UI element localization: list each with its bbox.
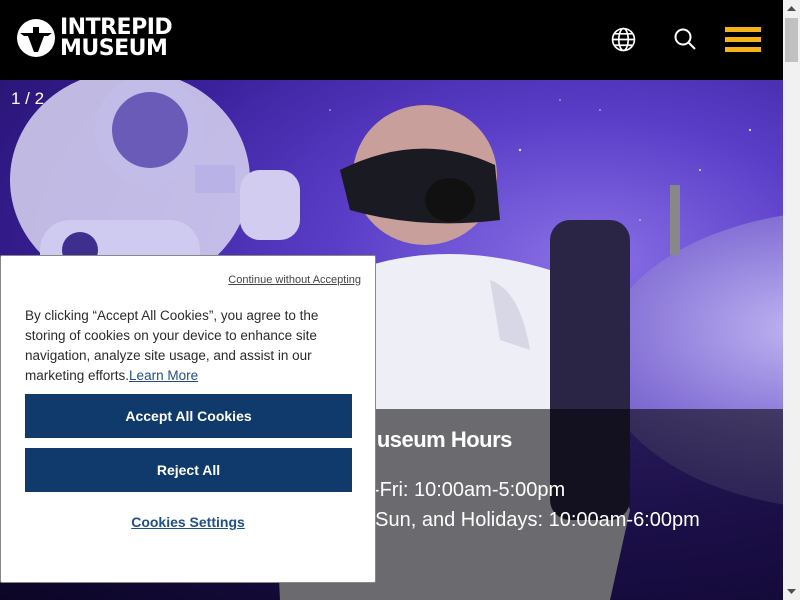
search-icon[interactable] bbox=[673, 27, 697, 51]
hours-weekend: Sat, Sun, and Holidays: 10:00am-6:00pm bbox=[334, 509, 700, 531]
logo-text: INTREPID MUSEUM bbox=[60, 15, 173, 61]
logo-ship-icon bbox=[17, 19, 55, 57]
logo-line-museum: MUSEUM bbox=[60, 36, 168, 61]
reject-all-button[interactable]: Reject All bbox=[25, 448, 352, 492]
museum-hours-title: Museum Hours bbox=[359, 427, 512, 452]
scroll-down-arrow-icon[interactable] bbox=[783, 583, 800, 600]
menu-bar bbox=[725, 37, 761, 42]
cookies-settings-link[interactable]: Cookies Settings bbox=[1, 514, 375, 530]
scroll-thumb[interactable] bbox=[785, 18, 798, 62]
slide-counter: 1 / 2 bbox=[11, 89, 45, 108]
continue-without-accepting-link[interactable]: Continue without Accepting bbox=[228, 274, 361, 286]
accept-all-cookies-button[interactable]: Accept All Cookies bbox=[25, 394, 352, 438]
page-scrollbar[interactable] bbox=[783, 0, 800, 600]
cookie-description: By clicking “Accept All Cookies”, you ag… bbox=[25, 306, 345, 386]
scroll-up-arrow-icon[interactable] bbox=[783, 0, 800, 17]
learn-more-link[interactable]: Learn More bbox=[129, 368, 198, 383]
globe-icon[interactable] bbox=[611, 27, 636, 52]
logo-line-intrepid: INTREPID bbox=[60, 15, 173, 40]
cookie-consent-dialog: Continue without Accepting By clicking “… bbox=[0, 255, 376, 583]
menu-bar bbox=[725, 47, 761, 52]
site-header: INTREPID MUSEUM bbox=[0, 0, 783, 80]
menu-bar bbox=[725, 27, 761, 32]
intrepid-museum-logo[interactable]: INTREPID MUSEUM bbox=[16, 15, 173, 61]
hamburger-menu-icon[interactable] bbox=[725, 27, 761, 52]
